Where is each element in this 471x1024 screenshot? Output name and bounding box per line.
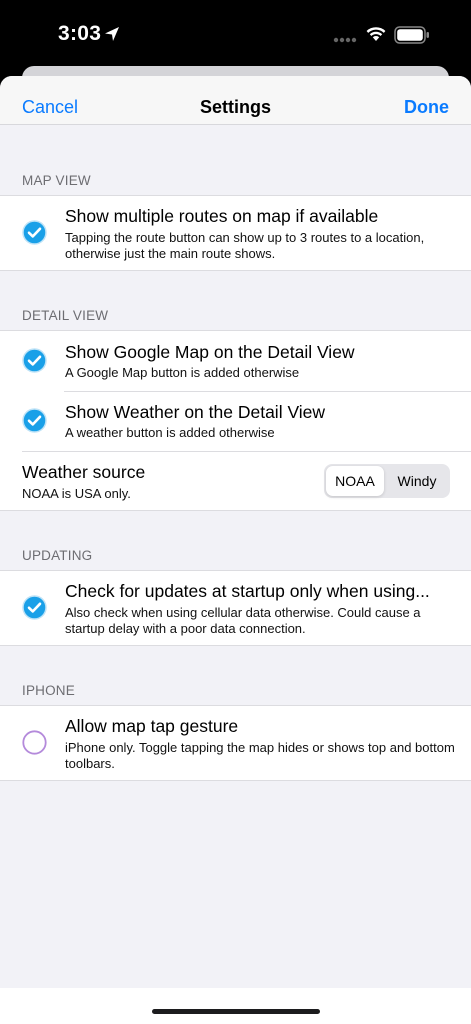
setting-title: Show multiple routes on map if available — [65, 206, 379, 226]
signal-dots-icon — [333, 37, 357, 43]
checkmark-circle-icon[interactable] — [22, 595, 47, 620]
setting-subtitle: A Google Map button is added otherwise — [65, 365, 300, 380]
segment-noaa[interactable]: NOAA — [326, 473, 384, 489]
setting-row-google-map[interactable]: Show Google Map on the Detail View A Goo… — [0, 331, 471, 391]
weather-source-title: Weather source — [22, 462, 146, 482]
battery-icon — [394, 26, 429, 44]
checkmark-circle-icon[interactable] — [22, 408, 47, 433]
navigation-bar: Cancel Settings Done — [0, 76, 471, 125]
group-detail-view: Show Google Map on the Detail View A Goo… — [0, 330, 471, 511]
checkmark-circle-icon[interactable] — [22, 220, 47, 245]
settings-sheet: Cancel Settings Done MAP VIEW Show multi… — [0, 76, 471, 1024]
setting-row-map-tap-gesture[interactable]: Allow map tap gesture iPhone only. Toggl… — [0, 706, 471, 780]
location-arrow-icon — [105, 27, 119, 41]
group-map-view: Show multiple routes on map if available… — [0, 195, 471, 271]
done-button[interactable]: Done — [404, 97, 449, 118]
segment-windy[interactable]: Windy — [386, 473, 448, 489]
wifi-icon — [366, 27, 386, 41]
page-title: Settings — [199, 97, 271, 117]
setting-subtitle: iPhone only. Toggle tapping the map hide… — [65, 740, 455, 771]
weather-source-subtitle: NOAA is USA only. — [22, 486, 131, 501]
section-header-detail-view: DETAIL VIEW — [22, 308, 109, 323]
setting-subtitle: A weather button is added otherwise — [65, 425, 275, 440]
weather-source-segmented-control[interactable]: NOAA Windy — [324, 464, 450, 498]
section-header-updating: UPDATING — [22, 548, 93, 563]
setting-row-weather-source: Weather source NOAA is USA only. NOAA Wi… — [0, 451, 471, 510]
checkmark-circle-icon[interactable] — [22, 348, 47, 373]
setting-title: Allow map tap gesture — [65, 716, 239, 736]
status-time: 3:03 — [58, 22, 102, 45]
bottom-area — [0, 988, 471, 1024]
setting-title: Show Google Map on the Detail View — [65, 342, 355, 362]
setting-row-weather[interactable]: Show Weather on the Detail View A weathe… — [0, 391, 471, 451]
setting-title: Show Weather on the Detail View — [65, 402, 326, 422]
group-iphone: Allow map tap gesture iPhone only. Toggl… — [0, 705, 471, 781]
setting-subtitle: Tapping the route button can show up to … — [65, 230, 425, 261]
section-header-iphone: IPHONE — [22, 683, 75, 698]
status-bar: 3:03 — [0, 0, 471, 70]
setting-row-multiple-routes[interactable]: Show multiple routes on map if available… — [0, 196, 471, 270]
setting-title: Check for updates at startup only when u… — [65, 581, 430, 601]
setting-subtitle: Also check when using cellular data othe… — [65, 605, 421, 636]
setting-row-check-updates[interactable]: Check for updates at startup only when u… — [0, 571, 471, 645]
empty-circle-icon[interactable] — [22, 730, 47, 755]
home-indicator[interactable] — [152, 1009, 320, 1014]
group-updating: Check for updates at startup only when u… — [0, 570, 471, 646]
section-header-map-view: MAP VIEW — [22, 173, 91, 188]
